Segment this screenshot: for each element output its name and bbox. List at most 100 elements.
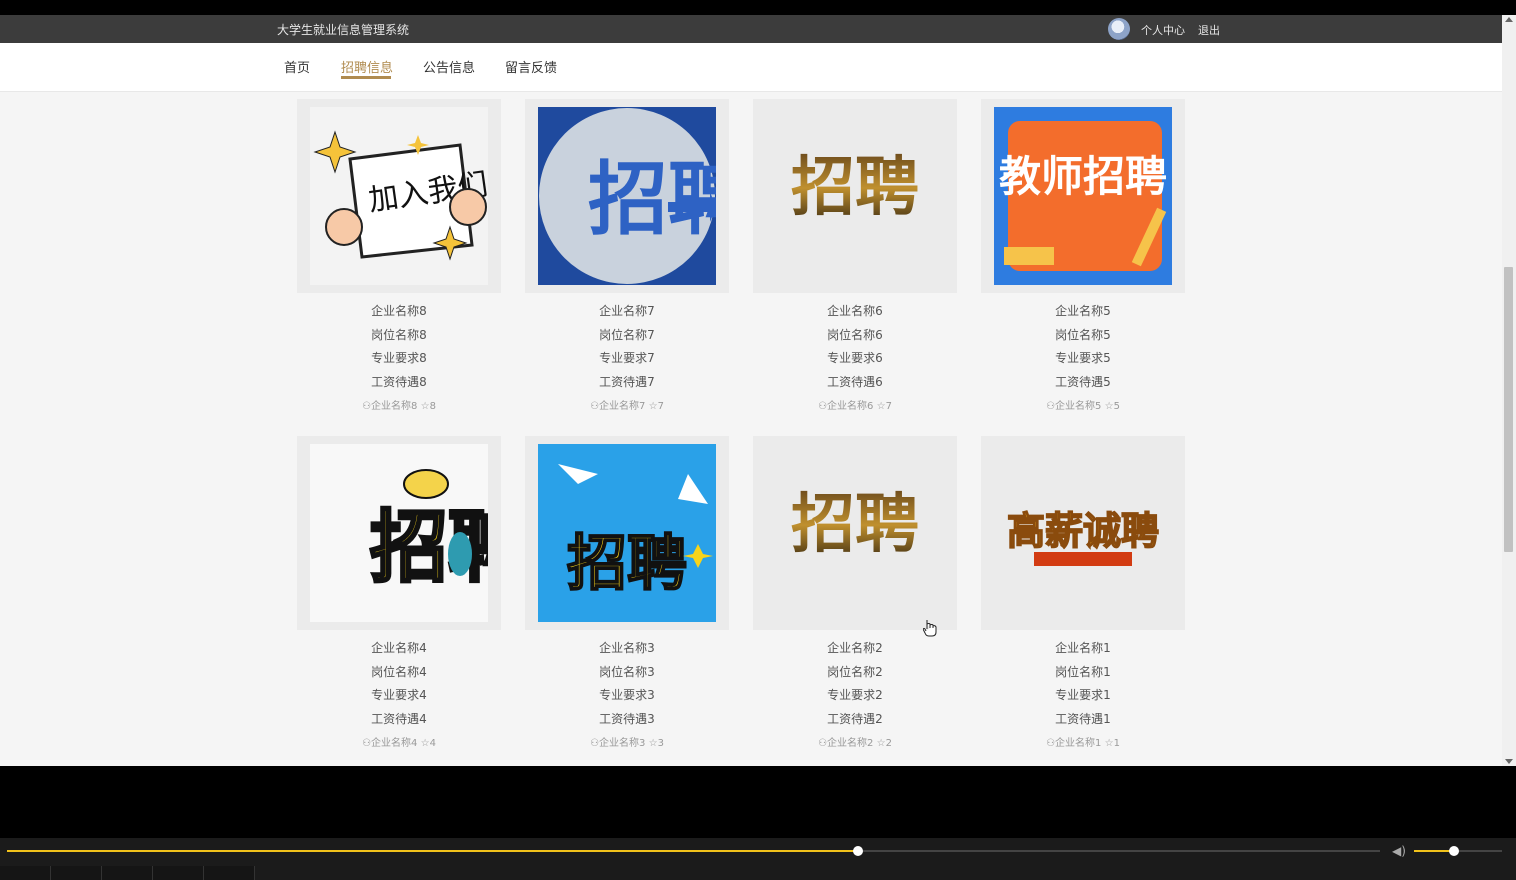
user-icon: ⚇: [362, 401, 372, 412]
salary: 工资待遇3: [599, 712, 655, 727]
salary: 工资待遇6: [827, 375, 883, 390]
meta-company: 企业名称8: [371, 401, 418, 412]
company-name[interactable]: 企业名称8: [297, 300, 501, 324]
site-header: 大学生就业信息管理系统 个人中心 退出: [0, 15, 1502, 43]
scroll-down-icon[interactable]: [1505, 759, 1513, 764]
salary: 工资待遇4: [371, 712, 427, 727]
job-info: 企业名称8 岗位名称8 专业要求8 工资待遇8: [297, 300, 501, 395]
volume-knob[interactable]: [1448, 846, 1459, 856]
player-button[interactable]: [102, 866, 153, 880]
position-name: 岗位名称7: [599, 327, 655, 342]
nav-recruitment[interactable]: 招聘信息: [341, 57, 393, 76]
volume-slider[interactable]: [1414, 846, 1502, 856]
card-image-text: 招聘: [791, 488, 919, 562]
meta-count: 7: [885, 401, 892, 412]
job-image: 招聘: [766, 444, 944, 622]
company-name[interactable]: 企业名称6: [753, 300, 957, 324]
logout-link[interactable]: 退出: [1198, 22, 1220, 38]
job-info: 企业名称7 岗位名称7 专业要求7 工资待遇7: [525, 300, 729, 395]
meta-company: 企业名称6: [827, 401, 874, 412]
scroll-up-icon[interactable]: [1505, 17, 1513, 22]
job-meta: ⚇企业名称7 ☆7: [525, 397, 729, 412]
user-icon: ⚇: [590, 401, 600, 412]
site-title: 大学生就业信息管理系统: [277, 23, 410, 37]
major-requirement: 专业要求1: [1055, 688, 1111, 703]
meta-count: 5: [1113, 401, 1120, 412]
meta-company: 企业名称3: [599, 738, 646, 749]
job-card-image[interactable]: 招聘: [525, 99, 729, 293]
company-name[interactable]: 企业名称4: [297, 637, 501, 661]
meta-company: 企业名称2: [827, 738, 874, 749]
seek-knob[interactable]: [853, 846, 864, 856]
meta-count: 2: [885, 738, 892, 749]
player-button[interactable]: [204, 866, 255, 880]
avatar[interactable]: [1108, 18, 1130, 40]
star-icon: ☆: [1104, 738, 1114, 749]
job-card-image[interactable]: 加入我们: [297, 99, 501, 293]
page-scrollbar[interactable]: [1502, 15, 1516, 766]
nav-announcements[interactable]: 公告信息: [423, 57, 475, 76]
job-image: 加入我们: [310, 107, 488, 285]
player-button[interactable]: [51, 866, 102, 880]
nav-feedback[interactable]: 留言反馈: [505, 57, 557, 76]
nav-active-indicator: [341, 76, 391, 79]
company-name[interactable]: 企业名称7: [525, 300, 729, 324]
job-image: 高薪诚聘: [994, 444, 1172, 622]
scroll-thumb[interactable]: [1504, 267, 1513, 552]
major-requirement: 专业要求2: [827, 688, 883, 703]
job-info: 企业名称5 岗位名称5 专业要求5 工资待遇5: [981, 300, 1185, 395]
volume-level: [1414, 850, 1454, 852]
major-requirement: 专业要求4: [371, 688, 427, 703]
player-button[interactable]: [0, 866, 51, 880]
salary: 工资待遇8: [371, 375, 427, 390]
salary: 工资待遇2: [827, 712, 883, 727]
video-player-controls: ◀): [0, 838, 1516, 880]
job-card-image[interactable]: 招聘: [753, 99, 957, 293]
volume-icon[interactable]: ◀): [1392, 844, 1408, 858]
job-info: 企业名称4 岗位名称4 专业要求4 工资待遇4: [297, 637, 501, 732]
job-info: 企业名称3 岗位名称3 专业要求3 工资待遇3: [525, 637, 729, 732]
star-icon: ☆: [1104, 401, 1114, 412]
card-image-text: 招聘: [588, 153, 716, 246]
main-nav: 首页 招聘信息 公告信息 留言反馈: [0, 43, 1502, 92]
job-card-image[interactable]: 招聘: [753, 436, 957, 630]
card-image-text: 教师招聘: [999, 152, 1167, 201]
company-name[interactable]: 企业名称3: [525, 637, 729, 661]
job-card-image[interactable]: 教师招聘: [981, 99, 1185, 293]
company-name[interactable]: 企业名称5: [981, 300, 1185, 324]
star-icon: ☆: [420, 738, 430, 749]
salary: 工资待遇7: [599, 375, 655, 390]
major-requirement: 专业要求8: [371, 351, 427, 366]
star-icon: ☆: [648, 738, 658, 749]
job-info: 企业名称6 岗位名称6 专业要求6 工资待遇6: [753, 300, 957, 395]
player-button-row: [0, 866, 1516, 880]
meta-count: 1: [1113, 738, 1120, 749]
job-card-image[interactable]: 招聘: [297, 436, 501, 630]
job-meta: ⚇企业名称2 ☆2: [753, 734, 957, 749]
player-button[interactable]: [153, 866, 204, 880]
star-icon: ☆: [420, 401, 430, 412]
position-name: 岗位名称3: [599, 664, 655, 679]
job-image: 招聘: [766, 107, 944, 285]
company-name[interactable]: 企业名称2: [753, 637, 957, 661]
meta-company: 企业名称7: [599, 401, 646, 412]
job-image: 招聘: [538, 107, 716, 285]
window-top-bar: [0, 0, 1516, 15]
position-name: 岗位名称5: [1055, 327, 1111, 342]
meta-company: 企业名称1: [1055, 738, 1102, 749]
card-image-text: 高薪诚聘: [1007, 509, 1159, 553]
user-icon: ⚇: [590, 738, 600, 749]
personal-center-link[interactable]: 个人中心: [1141, 22, 1185, 38]
job-meta: ⚇企业名称3 ☆3: [525, 734, 729, 749]
job-info: 企业名称2 岗位名称2 专业要求2 工资待遇2: [753, 637, 957, 732]
major-requirement: 专业要求3: [599, 688, 655, 703]
job-image: 教师招聘: [994, 107, 1172, 285]
company-name[interactable]: 企业名称1: [981, 637, 1185, 661]
seek-bar[interactable]: [7, 846, 1380, 856]
meta-count: 7: [657, 401, 664, 412]
nav-home[interactable]: 首页: [284, 57, 310, 76]
job-card-image[interactable]: 招聘: [525, 436, 729, 630]
user-icon: ⚇: [818, 401, 828, 412]
position-name: 岗位名称2: [827, 664, 883, 679]
job-card-image[interactable]: 高薪诚聘: [981, 436, 1185, 630]
